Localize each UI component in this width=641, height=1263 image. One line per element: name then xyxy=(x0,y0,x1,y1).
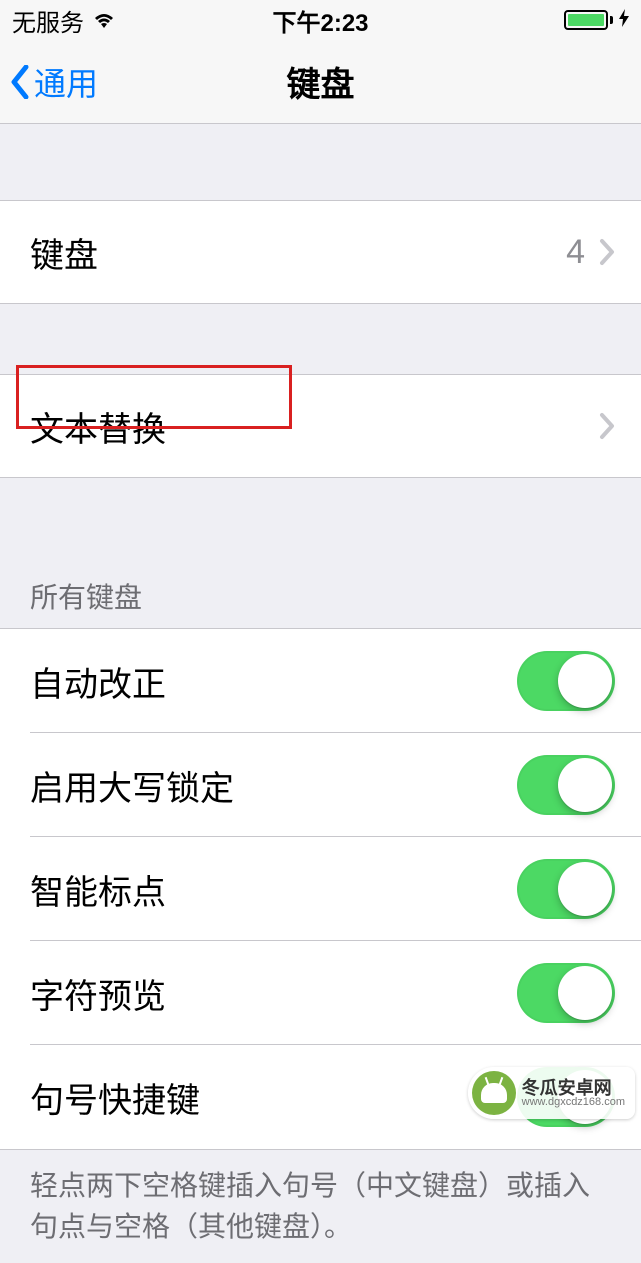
keyboards-count: 4 xyxy=(566,233,585,272)
toggle-switch[interactable] xyxy=(517,963,615,1023)
section-header-all-keyboards: 所有键盘 xyxy=(0,576,641,628)
nav-bar: 通用 键盘 xyxy=(0,40,641,124)
back-label: 通用 xyxy=(34,59,98,105)
charging-icon xyxy=(619,9,629,32)
toggle-row-character-preview: 字符预览 xyxy=(0,941,641,1045)
toggle-label: 自动改正 xyxy=(30,657,166,706)
footer-description: 轻点两下空格键插入句号（中文键盘）或插入句点与空格（其他键盘）。 xyxy=(0,1150,641,1263)
toggle-row-smart-punctuation: 智能标点 xyxy=(0,837,641,941)
toggle-row-auto-correction: 自动改正 xyxy=(0,629,641,733)
back-button[interactable]: 通用 xyxy=(0,59,98,105)
toggle-label: 启用大写锁定 xyxy=(30,761,234,810)
battery-icon xyxy=(564,10,613,30)
status-bar: 无服务 下午2:23 xyxy=(0,0,641,40)
chevron-right-icon xyxy=(599,412,615,440)
toggle-label: 句号快捷键 xyxy=(30,1073,200,1122)
carrier-text: 无服务 xyxy=(12,3,84,38)
keyboards-label: 键盘 xyxy=(30,228,98,277)
chevron-right-icon xyxy=(599,238,615,266)
watermark: 冬瓜安卓网 www.dgxcdz168.com xyxy=(468,1067,635,1119)
chevron-left-icon xyxy=(10,65,30,99)
wifi-icon xyxy=(92,10,116,30)
toggle-label: 智能标点 xyxy=(30,865,166,914)
watermark-title: 冬瓜安卓网 xyxy=(522,1079,625,1097)
text-replacement-label: 文本替换 xyxy=(30,402,166,451)
toggle-switch[interactable] xyxy=(517,859,615,919)
toggle-row-caps-lock: 启用大写锁定 xyxy=(0,733,641,837)
watermark-url: www.dgxcdz168.com xyxy=(522,1097,625,1108)
status-time: 下午2:23 xyxy=(272,3,368,38)
toggle-label: 字符预览 xyxy=(30,969,166,1018)
watermark-logo-icon xyxy=(472,1071,516,1115)
text-replacement-row[interactable]: 文本替换 xyxy=(0,374,641,478)
page-title: 键盘 xyxy=(287,57,355,106)
toggle-switch[interactable] xyxy=(517,755,615,815)
toggle-switch[interactable] xyxy=(517,651,615,711)
keyboards-row[interactable]: 键盘 4 xyxy=(0,200,641,304)
